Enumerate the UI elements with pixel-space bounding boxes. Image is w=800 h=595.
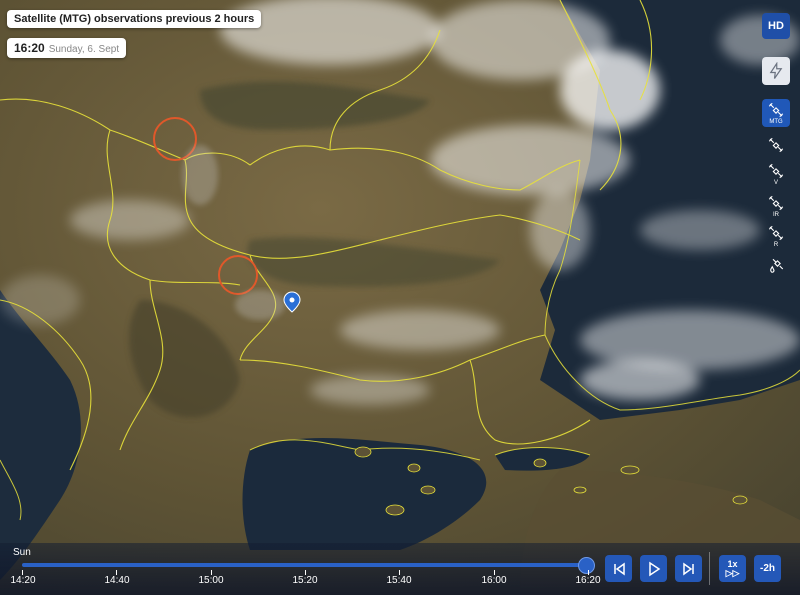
current-time-display: 16:20 Sunday, 6. Sept bbox=[7, 38, 127, 58]
skip-back-button[interactable] bbox=[605, 555, 632, 582]
timeline-label: 16:00 bbox=[481, 575, 507, 586]
playback-speed-button[interactable]: 1x ▷▷ bbox=[719, 555, 746, 582]
satellite-drop-icon bbox=[770, 258, 784, 273]
lightning-layer-button[interactable] bbox=[762, 57, 790, 85]
timeline-day: Sun bbox=[13, 547, 31, 558]
skip-forward-button[interactable] bbox=[675, 555, 702, 582]
skip-forward-icon bbox=[682, 562, 694, 575]
satellite-v-layer-button[interactable]: V bbox=[762, 160, 790, 188]
time-range-button[interactable]: -2h bbox=[754, 555, 781, 582]
satellite-icon bbox=[768, 195, 784, 211]
map-title: Satellite (MTG) observations previous 2 … bbox=[7, 10, 262, 28]
timeline-label: 15:40 bbox=[386, 575, 412, 586]
satellite-ir-layer-button[interactable]: IR bbox=[762, 192, 790, 220]
hd-toggle-button[interactable]: HD bbox=[762, 13, 790, 39]
skip-back-icon bbox=[613, 562, 625, 575]
timeline-label: 15:20 bbox=[292, 575, 318, 586]
timeline-label: 14:20 bbox=[10, 575, 36, 586]
timeline-handle[interactable] bbox=[578, 557, 595, 574]
satellite-layer-button[interactable] bbox=[762, 131, 790, 159]
control-divider bbox=[709, 552, 710, 585]
fast-forward-icon: ▷▷ bbox=[725, 567, 740, 578]
satellite-r-label: R bbox=[773, 242, 779, 248]
satellite-r-layer-button[interactable]: R bbox=[762, 222, 790, 250]
timeline-track[interactable] bbox=[22, 563, 588, 567]
timeline-label: 15:00 bbox=[198, 575, 224, 586]
lightning-icon bbox=[769, 62, 783, 79]
satellite-icon bbox=[768, 225, 784, 241]
timeline-label: 14:40 bbox=[104, 575, 130, 586]
satellite-mtg-label: MTG bbox=[769, 119, 783, 125]
time-clock: 16:20 bbox=[14, 41, 45, 55]
timeline-label: 16:20 bbox=[575, 575, 601, 586]
play-icon bbox=[648, 561, 660, 576]
satellite-precip-layer-button[interactable] bbox=[762, 252, 790, 280]
satellite-icon bbox=[768, 102, 784, 118]
satellite-v-label: V bbox=[773, 180, 778, 186]
satellite-mtg-layer-button[interactable]: MTG bbox=[762, 99, 790, 127]
satellite-map[interactable] bbox=[0, 0, 800, 595]
time-date: Sunday, 6. Sept bbox=[48, 44, 120, 55]
satellite-icon bbox=[768, 137, 784, 153]
satellite-ir-label: IR bbox=[773, 212, 779, 218]
satellite-icon bbox=[768, 163, 784, 179]
play-button[interactable] bbox=[640, 555, 667, 582]
